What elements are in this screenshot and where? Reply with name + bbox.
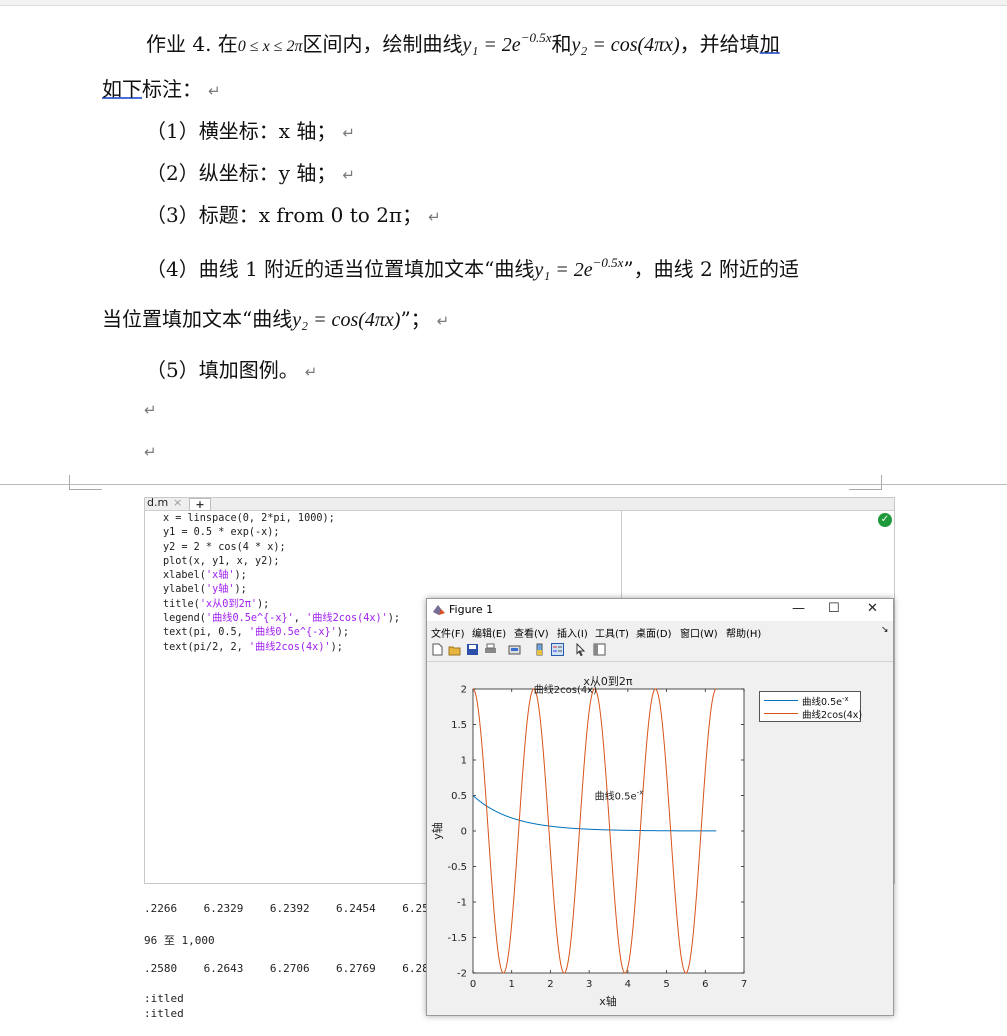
code-line[interactable]: plot(x, y1, x, y2); [163, 555, 400, 569]
legend-line-swatch [764, 700, 798, 701]
chart-title: x从0到2π [583, 675, 633, 688]
x-tick-label: 6 [702, 979, 708, 990]
axes-plot[interactable]: -2-1.5-1-0.500.511.52 01234567 曲线0.5e-x曲… [427, 599, 893, 1015]
paragraph-mark: ↵ [342, 124, 355, 142]
curve2-math: y₂ = cos(4πx) [571, 34, 680, 56]
y-tick-label: -2 [457, 969, 467, 980]
command-window[interactable]: .2266 6.2329 6.2392 6.2454 6.25 96 至 1,0… [144, 883, 444, 1036]
paragraph-mark: ↵ [304, 363, 318, 381]
tab-close-icon[interactable]: × [173, 496, 182, 509]
command-output-line: .2266 6.2329 6.2392 6.2454 6.25 [144, 902, 429, 915]
text-annotation: 曲线0.5e-x [595, 789, 644, 803]
item4-curve2-math: y₂ = cos(4πx) [292, 309, 401, 331]
y-tick-label: 1.5 [451, 720, 467, 731]
x-tick-label: 4 [625, 979, 631, 990]
item-3: （3）标题：x from 0 to 2π； ↵ [146, 203, 441, 227]
y-axis-label: y轴 [430, 822, 444, 840]
command-output-line: 96 至 1,000 [144, 934, 215, 947]
command-output-line: .2580 6.2643 6.2706 6.2769 6.28 [144, 962, 429, 975]
paragraph-mark: ↵ [428, 208, 441, 226]
assignment-line-2: 如下标注： ↵ [102, 77, 221, 101]
y-tick-label: 2 [461, 685, 467, 696]
paragraph-mark: ↵ [208, 82, 221, 100]
code-line[interactable]: xlabel('x轴'); [163, 569, 400, 583]
item-1: （1）横坐标：x 轴； ↵ [146, 119, 355, 143]
command-output-line: :itled [144, 992, 184, 1005]
empty-paragraph-mark: ↵ [144, 401, 157, 419]
item-4-line-2: 当位置填加文本“曲线y₂ = cos(4πx)”； ↵ [102, 307, 450, 331]
figure-window[interactable]: Figure 1 — ☐ ✕ 文件(F) 编辑(E) 查看(V) 插入(I) 工… [426, 598, 894, 1016]
item-5: （5）填加图例。 ↵ [146, 358, 318, 382]
code-line[interactable]: y2 = 2 * cos(4 * x); [163, 541, 400, 555]
legend-label: 曲线0.5e-x [802, 694, 849, 708]
code-line[interactable]: text(pi, 0.5, '曲线0.5e^{-x}'); [163, 626, 400, 640]
legend-box[interactable]: 曲线0.5e-x 曲线2cos(4x) [759, 691, 863, 722]
x-axis-label: x轴 [599, 994, 617, 1008]
item-2: （2）纵坐标：y 轴； ↵ [146, 161, 355, 185]
and-text: 和 [551, 32, 572, 56]
x-tick-label: 2 [547, 979, 553, 990]
code-analyzer-ok-icon[interactable]: ✓ [878, 513, 892, 527]
x-tick-label: 5 [663, 979, 669, 990]
y-tick-label: 1 [461, 756, 467, 767]
empty-paragraph-mark: ↵ [144, 443, 157, 461]
code-line[interactable]: ylabel('y轴'); [163, 583, 400, 597]
intro-end: ，并给填 [679, 32, 760, 56]
command-output-line: :itled [144, 1007, 184, 1020]
x-tick-label: 7 [741, 979, 747, 990]
y-tick-label: -0.5 [447, 862, 467, 873]
page-corner-mark [69, 475, 102, 490]
code-line[interactable]: text(pi/2, 2, '曲线2cos(4x)'); [163, 641, 400, 655]
x-tick-label: 0 [470, 979, 476, 990]
curve1-math: y₁ = 2e−0.5x [462, 30, 552, 56]
code-line[interactable]: y1 = 0.5 * exp(-x); [163, 526, 400, 540]
page-break-line [0, 484, 1007, 485]
code-text[interactable]: x = linspace(0, 2*pi, 1000); y1 = 0.5 * e… [163, 512, 400, 655]
intro-prefix: 作业 4. 在 [146, 32, 238, 56]
x-tick-label: 1 [509, 979, 515, 990]
editor-tab-bar: d.m × + [145, 496, 894, 511]
y-tick-label: -1 [457, 898, 467, 909]
paragraph-mark: ↵ [342, 166, 355, 184]
legend-line-swatch [764, 713, 798, 714]
code-line[interactable]: legend('曲线0.5e^{-x}', '曲线2cos(4x)'); [163, 612, 400, 626]
intro-mid: 区间内，绘制曲线 [302, 32, 463, 56]
paragraph-mark: ↵ [436, 312, 450, 330]
code-line[interactable]: title('x从0到2π'); [163, 598, 400, 612]
underlined-text: 加 [759, 32, 780, 56]
editor-tab[interactable]: d.m [145, 496, 170, 509]
y-tick-label: 0 [461, 827, 467, 838]
y-tick-label: -1.5 [447, 933, 467, 944]
x-tick-label: 3 [586, 979, 592, 990]
interval-math: 0 ≤ x ≤ 2π [237, 38, 303, 55]
code-line[interactable]: x = linspace(0, 2*pi, 1000); [163, 512, 400, 526]
top-ruler [0, 0, 1007, 6]
y-tick-label: 0.5 [451, 791, 467, 802]
item-4: （4）曲线 1 附近的适当位置填加文本“曲线y₁ = 2e−0.5x”，曲线 2… [146, 255, 800, 281]
legend-label: 曲线2cos(4x) [802, 710, 863, 721]
page-corner-mark [849, 475, 882, 490]
item4-curve1-math: y₁ = 2e−0.5x [534, 255, 624, 281]
add-tab-button[interactable]: + [189, 498, 211, 511]
assignment-line-1: 作业 4. 在0 ≤ x ≤ 2π区间内，绘制曲线y₁ = 2e−0.5x和y₂… [146, 26, 780, 59]
underlined-text-2: 如下 [102, 77, 142, 101]
